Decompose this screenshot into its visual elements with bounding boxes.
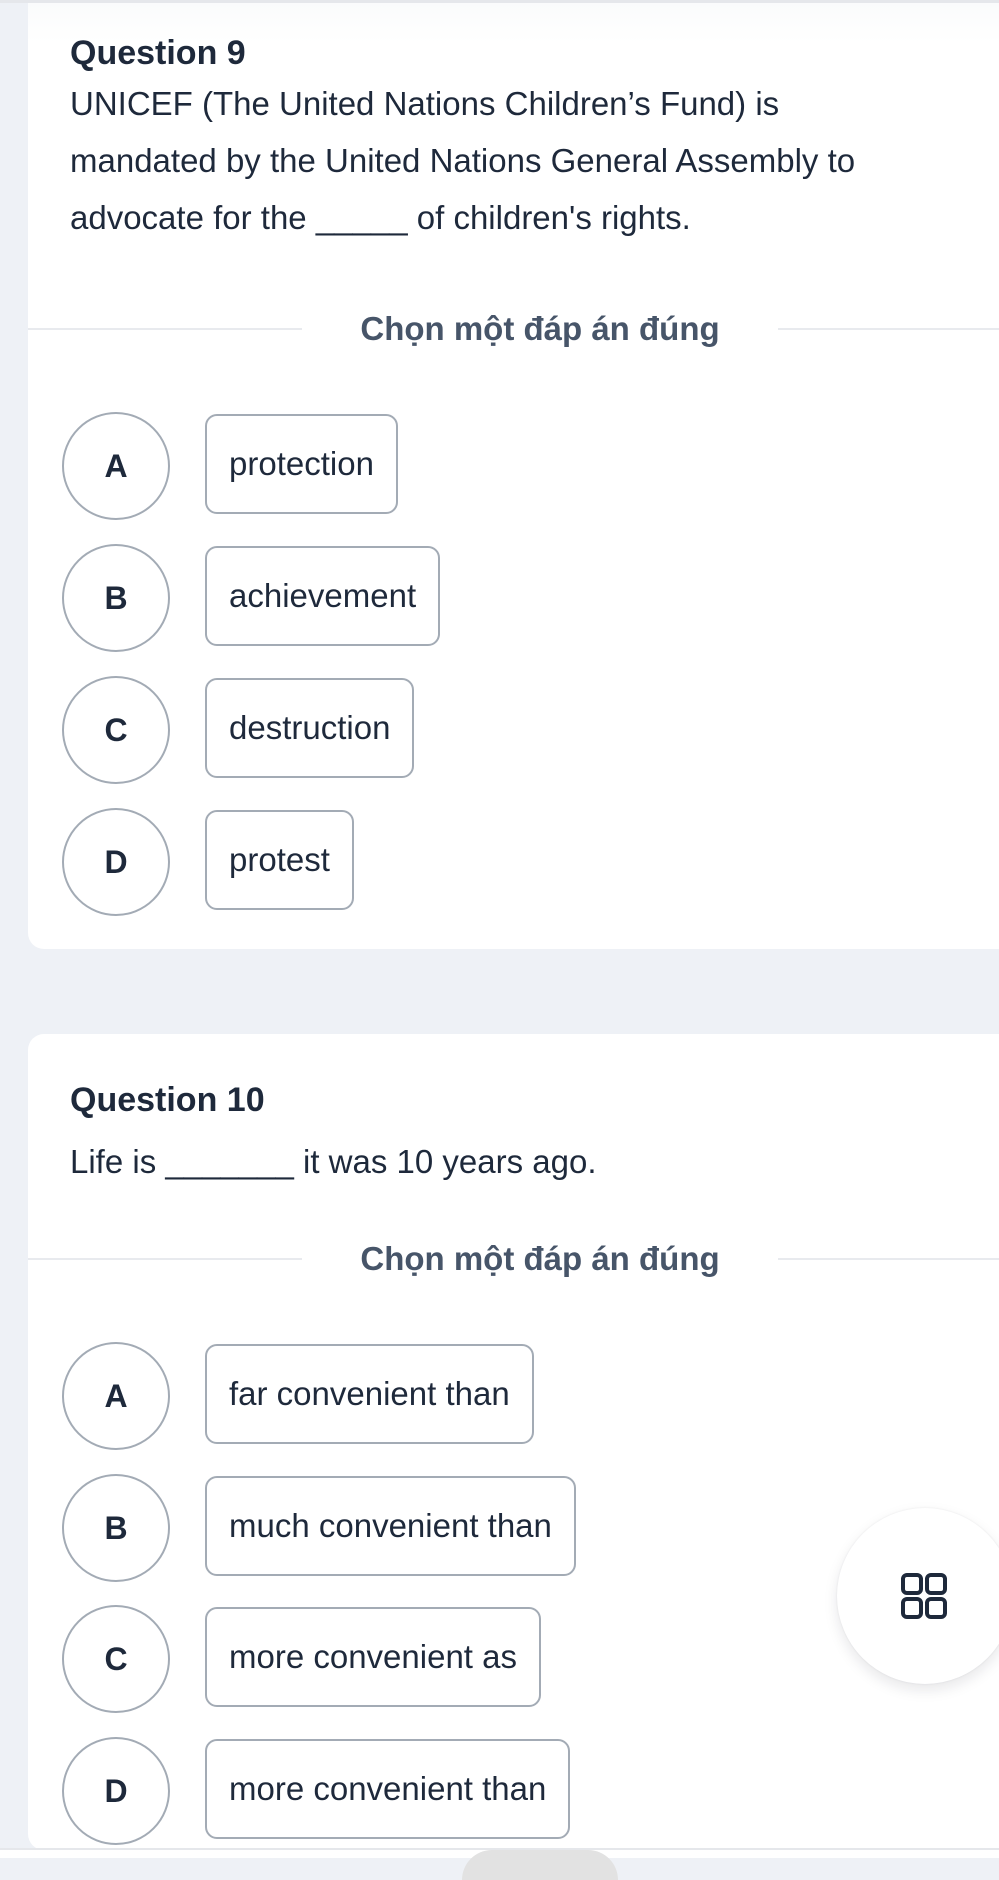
question-text-line: mandated by the United Nations General A… (70, 142, 856, 179)
grid-icon (901, 1573, 947, 1619)
divider-line (28, 328, 302, 330)
question-title: Question 10 (70, 1081, 265, 1119)
question-grid-button[interactable] (837, 1508, 999, 1684)
option-answer[interactable]: much convenient than (205, 1476, 576, 1576)
instruction-divider: Chọn một đáp án đúng (28, 1234, 999, 1284)
option-answer[interactable]: protection (205, 414, 398, 514)
option-letter[interactable]: A (62, 1342, 170, 1450)
option-answer[interactable]: more convenient than (205, 1739, 571, 1839)
option-letter[interactable]: B (62, 544, 170, 652)
option-answer[interactable]: far convenient than (205, 1344, 534, 1444)
option-answer[interactable]: more convenient as (205, 1607, 541, 1707)
divider-line (778, 328, 999, 330)
option-letter[interactable]: D (62, 808, 170, 916)
option-letter[interactable]: C (62, 1605, 170, 1713)
instruction-label: Chọn một đáp án đúng (360, 310, 720, 347)
instruction-label: Chọn một đáp án đúng (360, 1240, 720, 1277)
question-text-line: UNICEF (The United Nations Children’s Fu… (70, 85, 780, 122)
bottom-handle[interactable] (462, 1850, 618, 1880)
option-letter[interactable]: B (62, 1474, 170, 1582)
option-answer[interactable]: achievement (205, 546, 441, 646)
question-title: Question 9 (70, 34, 246, 72)
divider-line (28, 1258, 302, 1260)
question-text-line: Life is _______ it was 10 years ago. (70, 1143, 597, 1180)
instruction-divider: Chọn một đáp án đúng (28, 304, 999, 354)
question-text: UNICEF (The United Nations Children’s Fu… (70, 75, 855, 246)
question-text: Life is _______ it was 10 years ago. (70, 1133, 597, 1190)
option-answer[interactable]: destruction (205, 678, 415, 778)
divider-line (778, 1258, 999, 1260)
option-letter[interactable]: A (62, 412, 170, 520)
question-text-line: advocate for the _____ of children's rig… (70, 199, 691, 236)
question-card-10: Question 10 Life is _______ it was 10 ye… (28, 1034, 999, 1850)
option-answer[interactable]: protest (205, 810, 354, 910)
option-letter[interactable]: C (62, 676, 170, 784)
question-card-9: Question 9 UNICEF (The United Nations Ch… (28, 3, 999, 949)
option-letter[interactable]: D (62, 1737, 170, 1845)
